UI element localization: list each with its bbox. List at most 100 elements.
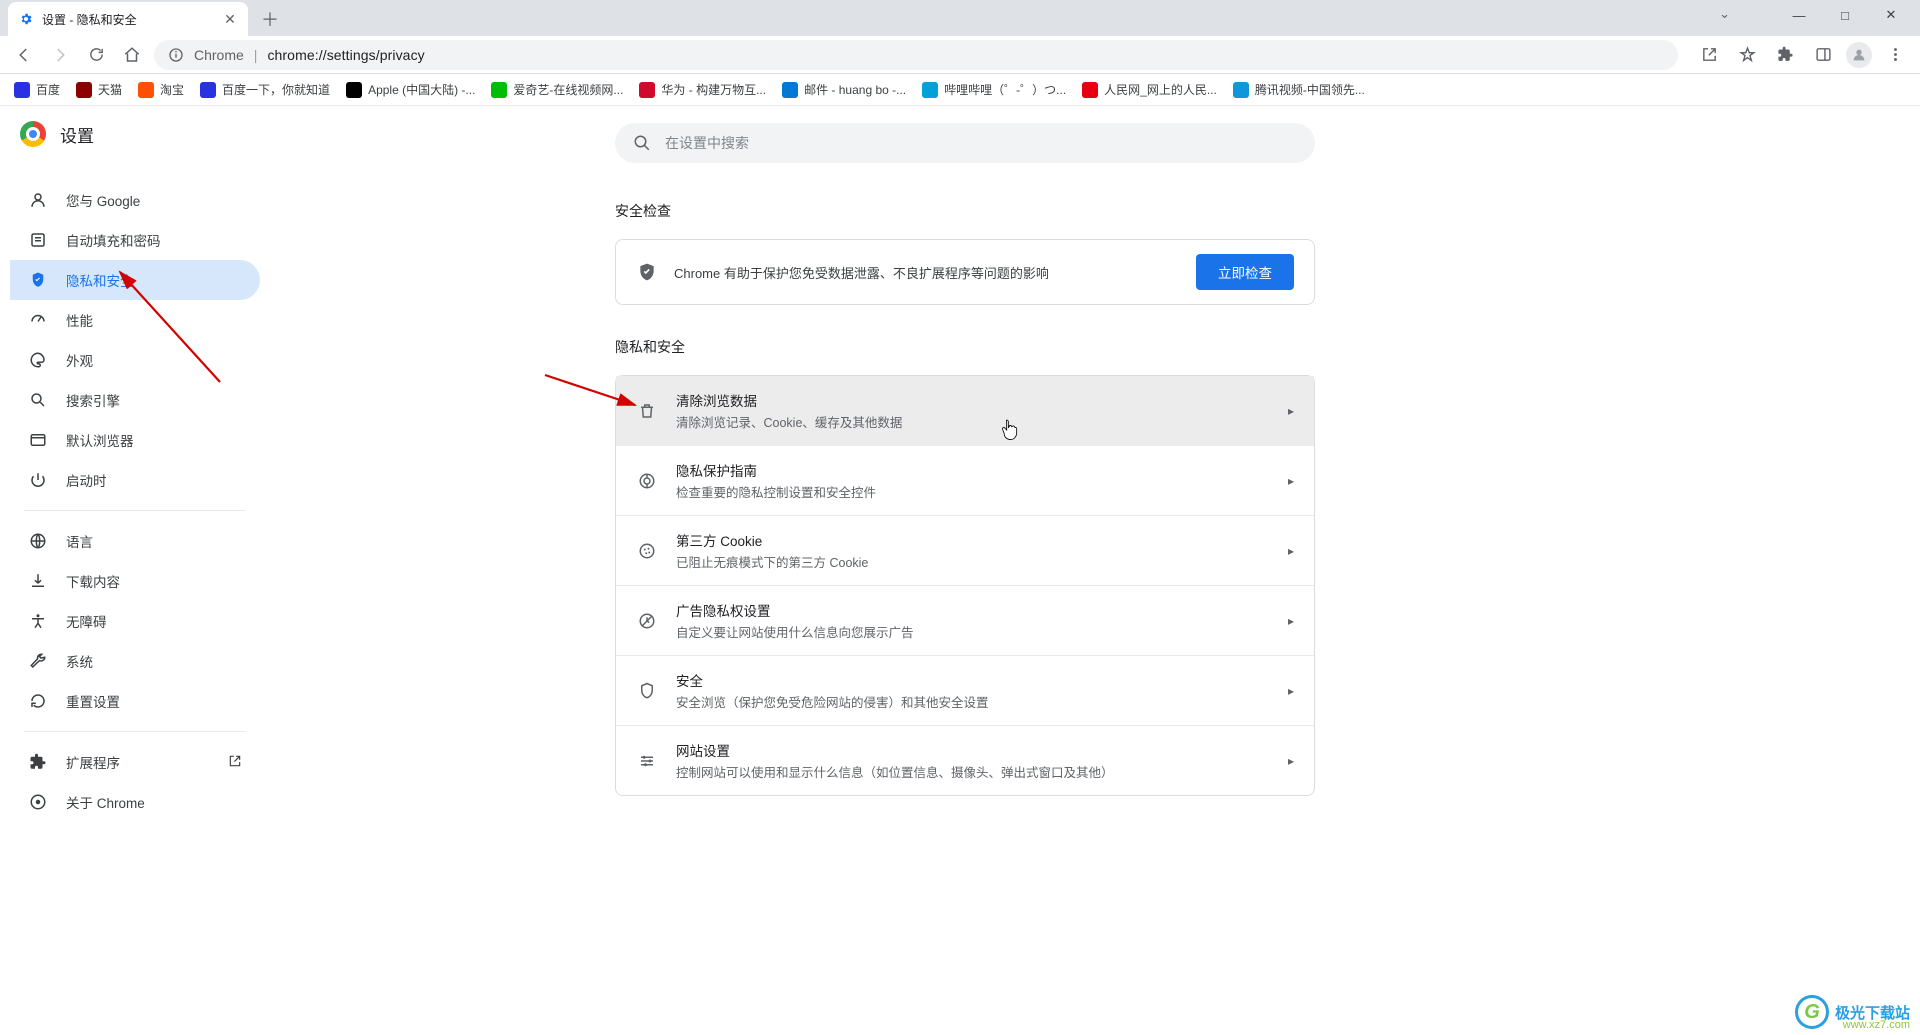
bookmark-item[interactable]: 邮件 - huang bo -... xyxy=(782,81,906,98)
bookmark-favicon-icon xyxy=(200,82,216,98)
search-placeholder: 在设置中搜索 xyxy=(665,133,749,153)
bookmark-favicon-icon xyxy=(782,82,798,98)
sidebar-item[interactable]: 外观 xyxy=(10,340,260,380)
bookmark-item[interactable]: 百度一下，你就知道 xyxy=(200,81,330,98)
bookmark-favicon-icon xyxy=(346,82,362,98)
bookmark-item[interactable]: 百度 xyxy=(14,81,60,98)
forward-button[interactable] xyxy=(46,41,74,69)
open-external-icon xyxy=(228,754,242,771)
menu-icon[interactable] xyxy=(1880,40,1910,70)
row-title: 清除浏览数据 xyxy=(676,390,1270,410)
search-icon xyxy=(28,391,48,409)
page-title: 设置 xyxy=(60,122,94,147)
search-icon xyxy=(633,134,651,152)
sidebar-item[interactable]: 下载内容 xyxy=(10,561,260,601)
sidebar-item[interactable]: 无障碍 xyxy=(10,601,260,641)
sidebar-item-label: 性能 xyxy=(66,310,93,330)
sidebar-item[interactable]: 搜索引擎 xyxy=(10,380,260,420)
privacy-row[interactable]: 网站设置控制网站可以使用和显示什么信息（如位置信息、摄像头、弹出式窗口及其他）▸ xyxy=(616,725,1314,795)
sidebar-item[interactable]: 隐私和安全 xyxy=(10,260,260,300)
privacy-row[interactable]: 隐私保护指南检查重要的隐私控制设置和安全控件▸ xyxy=(616,445,1314,515)
new-tab-button[interactable]: ＋ xyxy=(256,5,284,33)
bookmark-item[interactable]: Apple (中国大陆) -... xyxy=(346,81,475,98)
privacy-list: 清除浏览数据清除浏览记录、Cookie、缓存及其他数据▸隐私保护指南检查重要的隐… xyxy=(615,375,1315,796)
row-subtitle: 自定义要让网站使用什么信息向您展示广告 xyxy=(676,622,1270,641)
safetycheck-run-button[interactable]: 立即检查 xyxy=(1196,254,1294,290)
safetycheck-text: Chrome 有助于保护您免受数据泄露、不良扩展程序等问题的影响 xyxy=(674,263,1180,282)
settings-sidebar: 您与 Google 自动填充和密码隐私和安全性能外观搜索引擎默认浏览器启动时语言下… xyxy=(10,180,260,822)
wrench-icon xyxy=(28,652,48,670)
sidebar-item-label: 搜索引擎 xyxy=(66,390,120,410)
sidebar-item[interactable]: 系统 xyxy=(10,641,260,681)
row-subtitle: 检查重要的隐私控制设置和安全控件 xyxy=(676,482,1270,501)
globe-icon xyxy=(28,532,48,550)
window-close-button[interactable]: ✕ xyxy=(1868,0,1914,30)
privacy-row[interactable]: 安全安全浏览（保护您免受危险网站的侵害）和其他安全设置▸ xyxy=(616,655,1314,725)
browser-tab[interactable]: 设置 - 隐私和安全 ✕ xyxy=(8,2,248,36)
share-icon[interactable] xyxy=(1694,40,1724,70)
section-title-privacy: 隐私和安全 xyxy=(615,337,1315,357)
sidebar-item[interactable]: 扩展程序 xyxy=(10,742,260,782)
window-minimize-button[interactable]: — xyxy=(1776,0,1822,30)
about-icon xyxy=(28,793,48,811)
chevron-down-icon[interactable]: ⌄ xyxy=(1719,6,1730,22)
bookmark-label: 百度 xyxy=(36,81,60,98)
bookmark-favicon-icon xyxy=(14,82,30,98)
profile-avatar-icon[interactable] xyxy=(1846,42,1872,68)
sidebar-item-label: 语言 xyxy=(66,531,93,551)
sidebar-item[interactable]: 自动填充和密码 xyxy=(10,220,260,260)
tab-close-icon[interactable]: ✕ xyxy=(222,11,238,27)
privacy-row[interactable]: 清除浏览数据清除浏览记录、Cookie、缓存及其他数据▸ xyxy=(616,376,1314,445)
bookmark-item[interactable]: 人民网_网上的人民... xyxy=(1082,81,1217,98)
bookmark-item[interactable]: 哔哩哔哩（゜-゜）つ... xyxy=(922,81,1066,98)
home-button[interactable] xyxy=(118,41,146,69)
bookmark-favicon-icon xyxy=(76,82,92,98)
ads-icon xyxy=(636,612,658,630)
shield-icon xyxy=(636,262,658,282)
bookmark-item[interactable]: 腾讯视频-中国领先... xyxy=(1233,81,1365,98)
bookmark-item[interactable]: 淘宝 xyxy=(138,81,184,98)
watermark-icon: G xyxy=(1795,995,1829,1029)
settings-main: 安全检查 Chrome 有助于保护您免受数据泄露、不良扩展程序等问题的影响 立即… xyxy=(615,195,1315,796)
sidebar-item-label: 自动填充和密码 xyxy=(66,230,161,250)
sidebar-item[interactable]: 您与 Google xyxy=(10,180,260,220)
sidebar-item-label: 关于 Chrome xyxy=(66,792,145,812)
sidebar-item[interactable]: 关于 Chrome xyxy=(10,782,260,822)
bookmark-favicon-icon xyxy=(1082,82,1098,98)
shield-icon xyxy=(28,271,48,289)
reload-button[interactable] xyxy=(82,41,110,69)
settings-search-input[interactable]: 在设置中搜索 xyxy=(615,123,1315,163)
privacy-row[interactable]: 广告隐私权设置自定义要让网站使用什么信息向您展示广告▸ xyxy=(616,585,1314,655)
security-icon xyxy=(636,682,658,700)
sidebar-item-label: 扩展程序 xyxy=(66,752,120,772)
sidebar-item[interactable]: 重置设置 xyxy=(10,681,260,721)
sidebar-item-label: 无障碍 xyxy=(66,611,107,631)
bookmark-favicon-icon xyxy=(138,82,154,98)
bookmark-favicon-icon xyxy=(1233,82,1249,98)
address-bar[interactable]: Chrome | chrome://settings/privacy xyxy=(154,40,1678,70)
sidebar-item-label: 系统 xyxy=(66,651,93,671)
sidepanel-icon[interactable] xyxy=(1808,40,1838,70)
privacy-row[interactable]: 第三方 Cookie已阻止无痕模式下的第三方 Cookie▸ xyxy=(616,515,1314,585)
ext-icon xyxy=(28,753,48,771)
chevron-right-icon: ▸ xyxy=(1288,684,1294,698)
tab-title: 设置 - 隐私和安全 xyxy=(42,11,137,28)
bookmark-label: 百度一下，你就知道 xyxy=(222,81,330,98)
extensions-icon[interactable] xyxy=(1770,40,1800,70)
window-maximize-button[interactable]: □ xyxy=(1822,0,1868,30)
sidebar-item[interactable]: 语言 xyxy=(10,521,260,561)
bookmark-item[interactable]: 天猫 xyxy=(76,81,122,98)
tune-icon xyxy=(636,752,658,770)
bookmark-item[interactable]: 华为 - 构建万物互... xyxy=(639,81,766,98)
sidebar-item-label: 隐私和安全 xyxy=(66,270,134,290)
sidebar-item[interactable]: 默认浏览器 xyxy=(10,420,260,460)
trash-icon xyxy=(636,402,658,420)
bookmark-item[interactable]: 爱奇艺-在线视频网... xyxy=(491,81,623,98)
sidebar-item[interactable]: 性能 xyxy=(10,300,260,340)
power-icon xyxy=(28,471,48,489)
sidebar-item[interactable]: 启动时 xyxy=(10,460,260,500)
row-title: 隐私保护指南 xyxy=(676,460,1270,480)
back-button[interactable] xyxy=(10,41,38,69)
bookmark-icon[interactable] xyxy=(1732,40,1762,70)
gear-icon xyxy=(18,11,34,27)
